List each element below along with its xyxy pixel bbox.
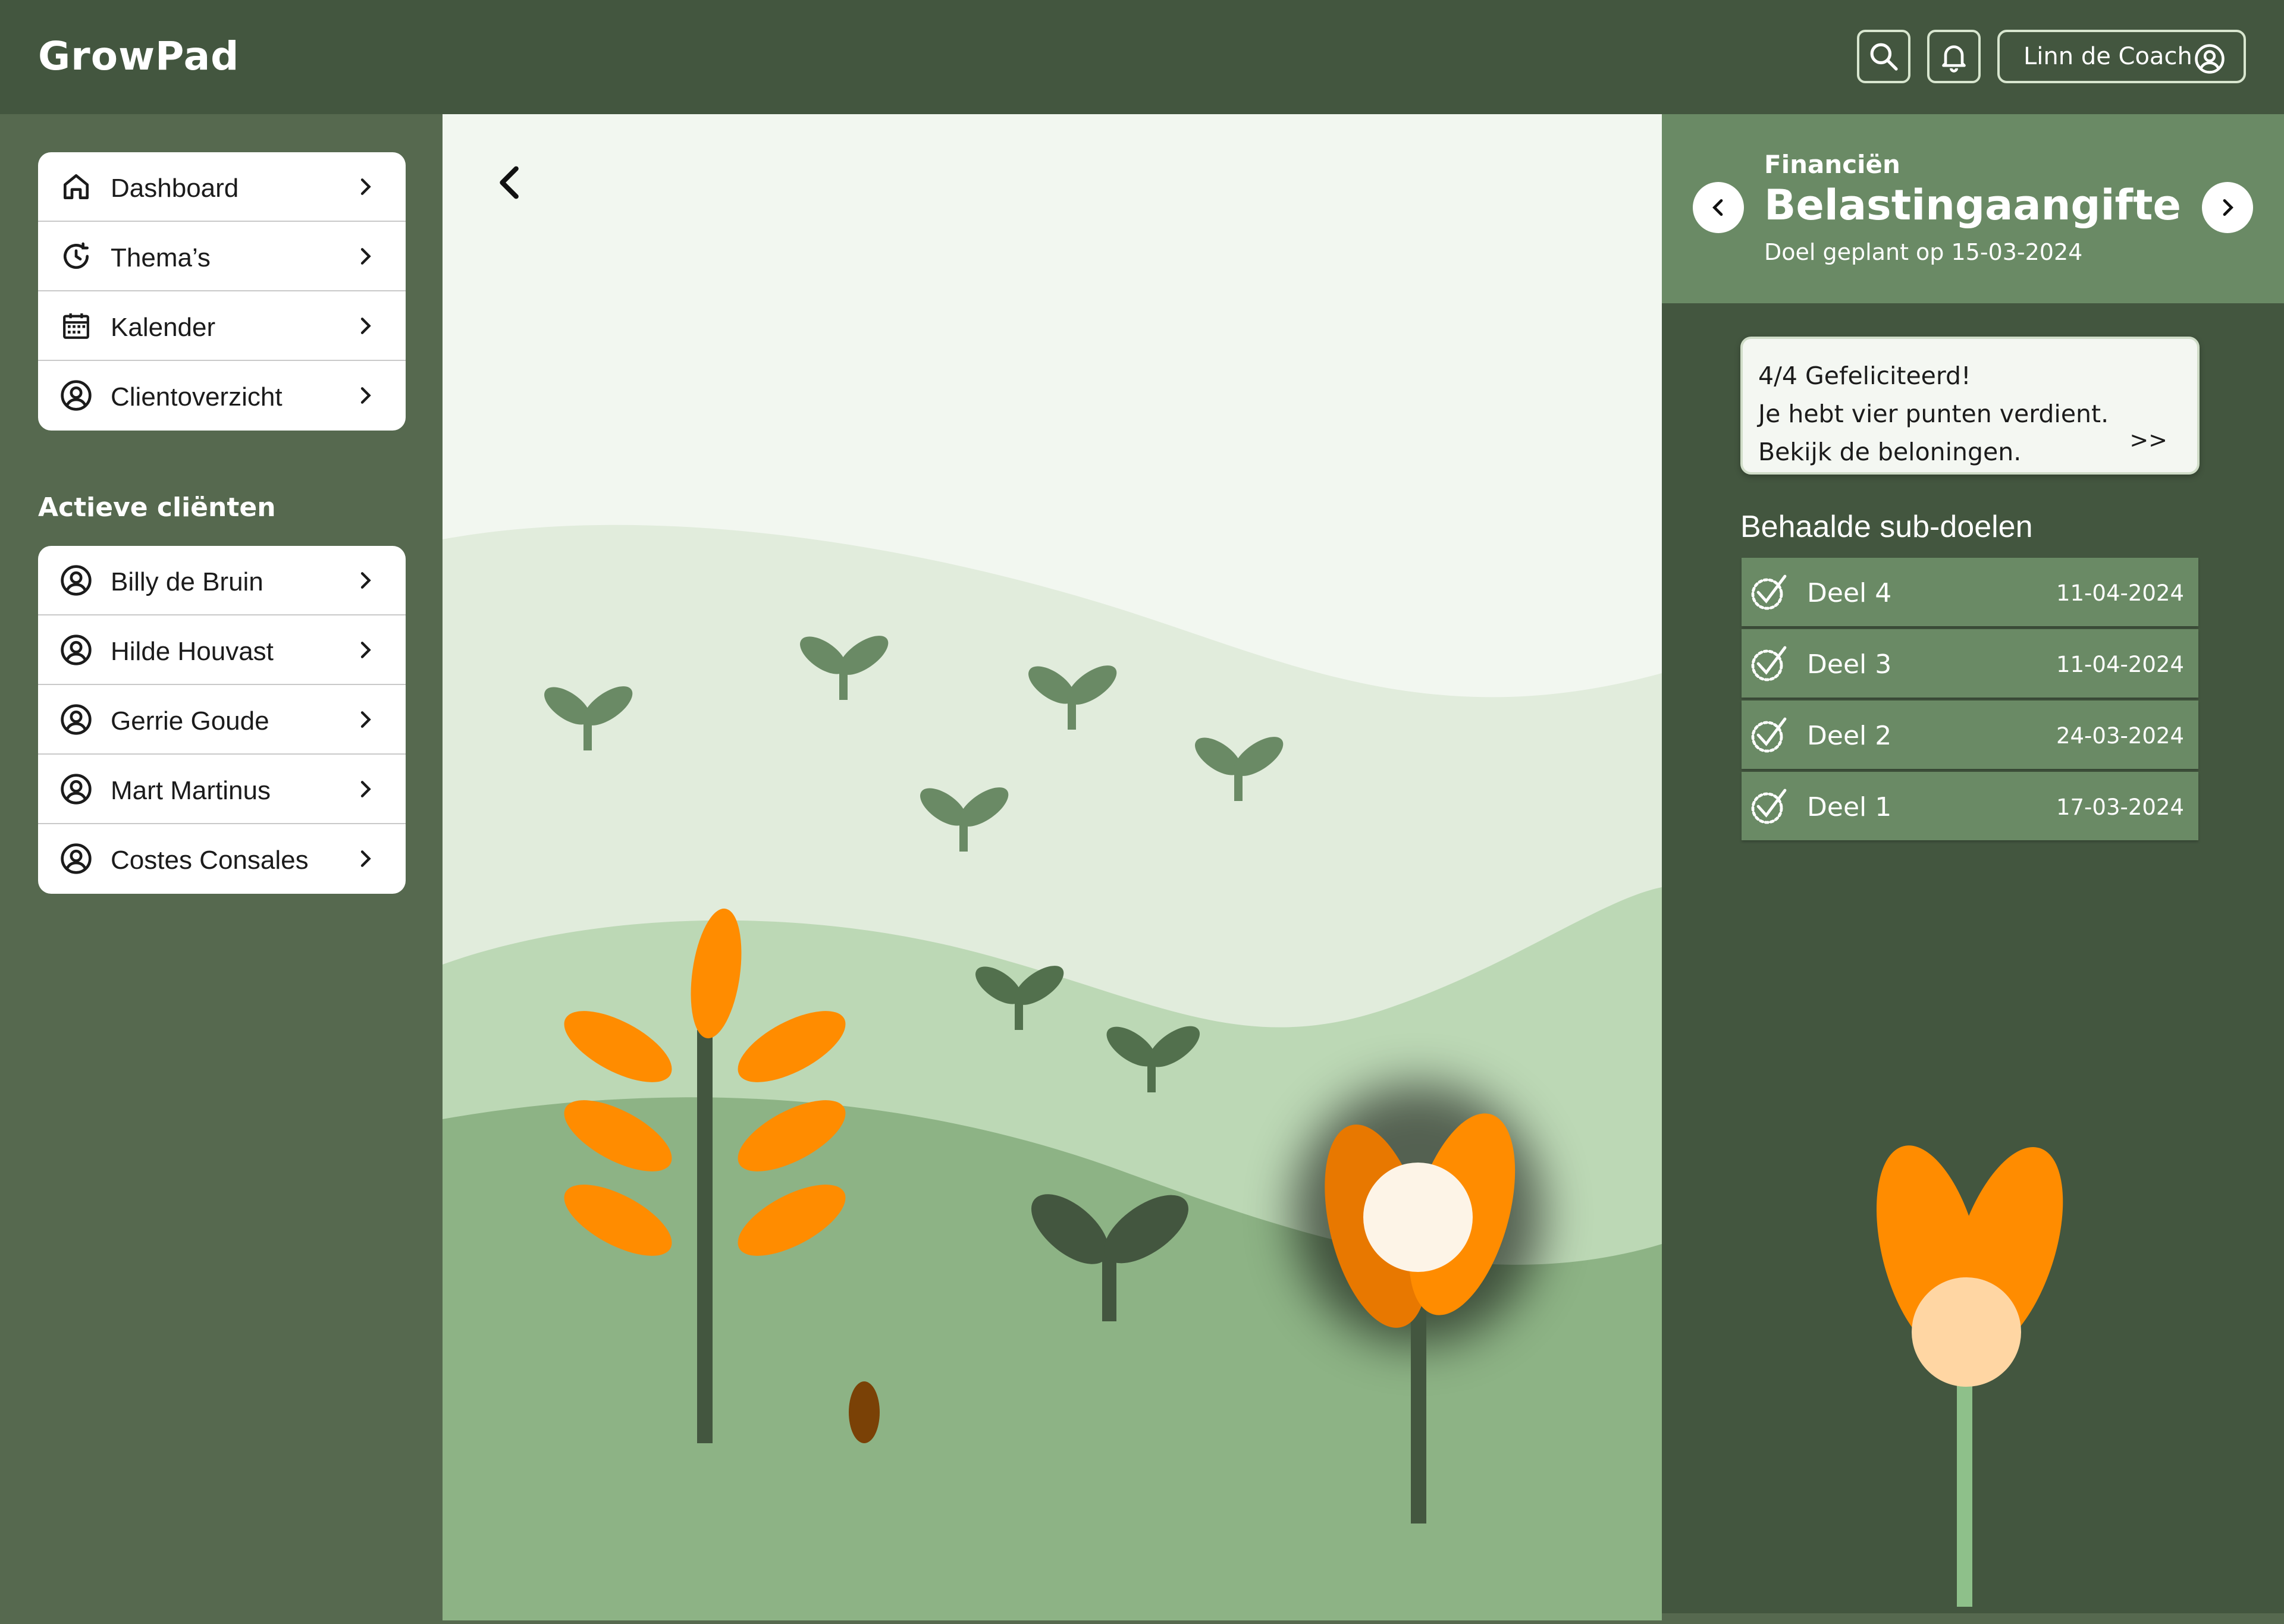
search-icon [1870, 43, 1898, 71]
chevron-right-icon [360, 248, 371, 265]
client-list: Billy de Bruin Hilde Houvast Gerrie Goud… [38, 546, 406, 894]
goal-title: Belastingaangifte [1764, 181, 2181, 230]
user-circle-icon [61, 843, 92, 874]
user-circle-icon [61, 565, 92, 596]
top-bar: GrowPad Linn de Coach [0, 0, 2284, 114]
back-button[interactable] [490, 162, 532, 203]
client-name: Mart Martinus [111, 776, 271, 805]
client-item[interactable]: Hilde Houvast [38, 615, 406, 685]
client-item[interactable]: Billy de Bruin [38, 546, 406, 615]
goal-category: Financiën [1764, 150, 1900, 179]
chevron-right-icon [360, 850, 371, 867]
user-circle-icon [2195, 44, 2225, 74]
subgoal-date: 11-04-2024 [2056, 652, 2184, 677]
goal-flower-illustration [1876, 1145, 2063, 1607]
client-item[interactable]: Mart Martinus [38, 755, 406, 824]
goal-panel: Financiën Belastingaangifte Doel geplant… [1662, 114, 2284, 1613]
chevron-right-icon [360, 642, 371, 658]
menu-item-dashboard[interactable]: Dashboard [38, 152, 406, 222]
check-circle-icon [1751, 717, 1787, 753]
subgoal-name: Deel 1 [1807, 792, 1892, 822]
subgoal-date: 17-03-2024 [2056, 794, 2184, 820]
check-circle-icon [1751, 646, 1787, 681]
garden-illustration [443, 524, 1662, 1620]
menu-item-label: Dashboard [111, 174, 239, 203]
reward-line-1: 4/4 Gefeliciteerd! [1758, 362, 1971, 390]
user-circle-icon [61, 380, 92, 411]
chevron-right-icon [2223, 199, 2233, 216]
chevron-left-icon [500, 166, 519, 199]
chevron-right-icon [360, 387, 371, 404]
client-name: Billy de Bruin [111, 567, 263, 596]
home-icon [64, 174, 89, 199]
check-circle-icon [1751, 789, 1787, 824]
app-logo[interactable]: GrowPad [38, 33, 239, 79]
main-menu: Dashboard Thema’s Kalender Clientoverzic… [38, 152, 406, 431]
calendar-icon [63, 313, 89, 339]
view-rewards-link[interactable]: >> [2129, 421, 2167, 459]
chevron-right-icon [360, 178, 371, 195]
sidebar: Dashboard Thema’s Kalender Clientoverzic… [0, 114, 443, 1624]
chevron-left-icon [1712, 199, 1723, 216]
reward-line-3: Bekijk de beloningen. [1758, 438, 2022, 466]
menu-item-kalender[interactable]: Kalender [38, 291, 406, 361]
subgoal-row[interactable]: Deel 4 11-04-2024 [1742, 558, 2198, 626]
subgoal-row[interactable]: Deel 3 11-04-2024 [1742, 629, 2198, 698]
chevron-right-icon [360, 711, 371, 728]
garden-scene [443, 114, 1662, 1620]
subgoal-row[interactable]: Deel 2 24-03-2024 [1742, 701, 2198, 769]
subgoals-list: Deel 4 11-04-2024 Deel 3 11-04-2024 Deel… [1742, 558, 2198, 843]
chevron-right-icon [360, 572, 371, 589]
reward-line-2: Je hebt vier punten verdient. [1758, 400, 2109, 428]
subgoal-date: 24-03-2024 [2056, 723, 2184, 749]
previous-goal-button[interactable] [1693, 182, 1744, 233]
subgoal-name: Deel 2 [1807, 721, 1892, 751]
subgoal-name: Deel 3 [1807, 649, 1892, 680]
menu-item-clientoverzicht[interactable]: Clientoverzicht [38, 361, 406, 431]
chevron-right-icon [360, 781, 371, 797]
client-name: Costes Consales [111, 846, 309, 875]
notifications-button[interactable] [1927, 30, 1981, 83]
user-circle-icon [61, 634, 92, 665]
goal-planned-date: Doel geplant op 15-03-2024 [1764, 239, 2083, 265]
client-name: Hilde Houvast [111, 637, 274, 666]
user-circle-icon [61, 704, 92, 735]
user-name: Linn de Coach [2023, 43, 2192, 70]
active-clients-title: Actieve cliënten [38, 492, 276, 523]
clock-refresh-icon [64, 242, 89, 269]
subgoal-date: 11-04-2024 [2056, 580, 2184, 606]
menu-item-themas[interactable]: Thema’s [38, 222, 406, 291]
client-name: Gerrie Goude [111, 706, 269, 736]
search-button[interactable] [1857, 30, 1910, 83]
subgoals-title: Behaalde sub-doelen [1740, 510, 2033, 544]
next-goal-button[interactable] [2202, 182, 2253, 233]
subgoal-row[interactable]: Deel 1 17-03-2024 [1742, 772, 2198, 840]
subgoal-name: Deel 4 [1807, 578, 1892, 608]
chevron-right-icon [360, 318, 371, 334]
check-circle-icon [1751, 574, 1787, 610]
bell-icon [1942, 45, 1966, 73]
menu-item-label: Kalender [111, 313, 216, 342]
seed [849, 1381, 880, 1443]
menu-item-label: Thema’s [111, 243, 211, 272]
user-circle-icon [61, 774, 92, 805]
reward-card[interactable]: 4/4 Gefeliciteerd! Je hebt vier punten v… [1740, 337, 2200, 475]
client-item[interactable]: Gerrie Goude [38, 685, 406, 755]
user-menu-button[interactable]: Linn de Coach [1997, 30, 2246, 83]
menu-item-label: Clientoverzicht [111, 382, 283, 412]
client-item[interactable]: Costes Consales [38, 824, 406, 894]
goal-header: Financiën Belastingaangifte Doel geplant… [1662, 114, 2284, 303]
